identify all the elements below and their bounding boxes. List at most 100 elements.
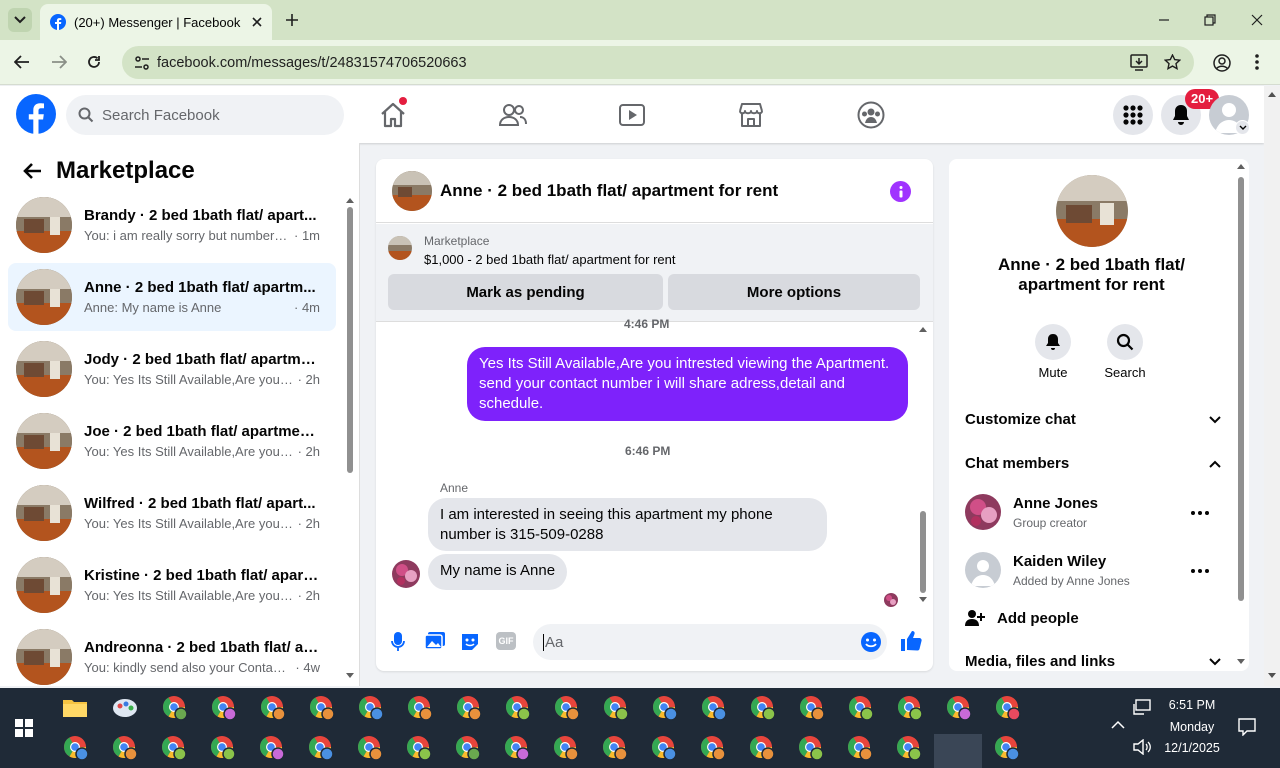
more-options-icon[interactable]: [1191, 569, 1209, 573]
chrome-app-icon[interactable]: [260, 695, 286, 721]
chrome-app-icon[interactable]: [848, 695, 874, 721]
member-avatar[interactable]: [965, 494, 1001, 530]
search-in-chat-button[interactable]: [1107, 324, 1143, 360]
scroll-down-icon[interactable]: [1237, 659, 1245, 665]
chrome-app-icon[interactable]: [750, 695, 776, 721]
clock-date[interactable]: 12/1/2025: [1158, 741, 1226, 755]
chrome-app-icon[interactable]: [995, 695, 1021, 721]
mark-as-pending-button[interactable]: Mark as pending: [388, 274, 663, 310]
member-name[interactable]: Anne Jones: [1013, 495, 1098, 512]
account-menu-toggle[interactable]: [1235, 120, 1250, 135]
sender-avatar[interactable]: [392, 560, 420, 588]
minimize-icon[interactable]: [1158, 14, 1170, 26]
microphone-icon[interactable]: [391, 632, 405, 652]
received-message[interactable]: My name is Anne: [428, 554, 568, 590]
chrome-app-icon[interactable]: [798, 735, 824, 761]
chrome-app-icon[interactable]: [701, 695, 727, 721]
new-tab-icon[interactable]: [285, 13, 299, 27]
tab-search-button[interactable]: [8, 8, 32, 32]
member-name[interactable]: Kaiden Wiley: [1013, 553, 1106, 570]
chrome-app-icon[interactable]: [651, 735, 677, 761]
close-window-icon[interactable]: [1251, 14, 1263, 26]
scrollbar-thumb[interactable]: [1238, 177, 1244, 601]
windows-start-icon[interactable]: [15, 719, 33, 737]
chrome-app-icon[interactable]: [162, 695, 188, 721]
site-settings-icon[interactable]: [134, 55, 150, 71]
add-people-row[interactable]: Add people: [965, 609, 1079, 627]
mute-button[interactable]: [1035, 324, 1071, 360]
conversation-item[interactable]: Kristine · 2 bed 1bath flat/ apart... You…: [8, 551, 336, 619]
profile-icon[interactable]: [1213, 54, 1231, 72]
forward-icon[interactable]: [51, 55, 67, 69]
volume-icon[interactable]: [1133, 739, 1151, 755]
chrome-app-icon[interactable]: [358, 695, 384, 721]
scroll-up-icon[interactable]: [1268, 91, 1276, 97]
file-explorer-icon[interactable]: [63, 697, 87, 717]
details-avatar[interactable]: [1056, 175, 1128, 247]
photo-icon[interactable]: [425, 632, 445, 650]
chrome-app-icon[interactable]: [799, 695, 825, 721]
nav-watch[interactable]: [612, 95, 652, 135]
restore-icon[interactable]: [1204, 14, 1216, 26]
received-message[interactable]: I am interested in seeing this apartment…: [428, 498, 827, 551]
thumbs-up-icon[interactable]: [900, 630, 922, 652]
chrome-app-icon[interactable]: [309, 695, 335, 721]
member-avatar[interactable]: [965, 552, 1001, 588]
nav-home[interactable]: [373, 95, 413, 135]
paint-app-icon[interactable]: [112, 694, 138, 720]
menu-button[interactable]: [1113, 95, 1153, 135]
gif-icon[interactable]: GIF: [496, 632, 516, 650]
chrome-app-icon[interactable]: [553, 735, 579, 761]
emoji-icon[interactable]: [860, 631, 882, 653]
chrome-app-icon[interactable]: [504, 735, 530, 761]
nav-groups[interactable]: [851, 95, 891, 135]
chrome-app-icon[interactable]: [357, 735, 383, 761]
chrome-app-icon[interactable]: [259, 735, 285, 761]
message-input[interactable]: Aa: [533, 624, 887, 660]
chat-avatar[interactable]: [392, 170, 432, 211]
chrome-app-icon[interactable]: [603, 695, 629, 721]
scroll-up-icon[interactable]: [919, 326, 927, 332]
network-icon[interactable]: [1133, 699, 1151, 715]
back-arrow-icon[interactable]: [22, 162, 42, 180]
install-app-icon[interactable]: [1130, 54, 1148, 71]
chrome-app-icon[interactable]: [896, 735, 922, 761]
scroll-down-icon[interactable]: [919, 597, 927, 603]
chrome-app-icon[interactable]: [602, 735, 628, 761]
chrome-app-icon[interactable]: [994, 735, 1020, 761]
facebook-logo-icon[interactable]: [16, 94, 56, 134]
chrome-app-icon[interactable]: [700, 735, 726, 761]
chat-info-button[interactable]: [890, 181, 911, 202]
conversation-item[interactable]: Wilfred · 2 bed 1bath flat/ apart... You:…: [8, 479, 336, 547]
reload-icon[interactable]: [86, 54, 102, 70]
chrome-app-icon[interactable]: [211, 695, 237, 721]
chrome-app-icon[interactable]: [652, 695, 678, 721]
scrollbar-thumb[interactable]: [920, 511, 926, 593]
clock-day[interactable]: Monday: [1162, 720, 1222, 734]
back-icon[interactable]: [14, 55, 30, 69]
browser-tab[interactable]: (20+) Messenger | Facebook: [40, 4, 272, 40]
conversation-item[interactable]: Brandy · 2 bed 1bath flat/ apart... You: …: [8, 191, 336, 259]
chrome-app-icon[interactable]: [554, 695, 580, 721]
conversation-item[interactable]: Jody · 2 bed 1bath flat/ apartme... You: …: [8, 335, 336, 403]
clock-time[interactable]: 6:51 PM: [1162, 698, 1222, 712]
scroll-up-icon[interactable]: [346, 197, 354, 203]
scroll-down-icon[interactable]: [346, 673, 354, 679]
more-options-icon[interactable]: [1191, 511, 1209, 515]
nav-friends[interactable]: [493, 95, 533, 135]
conversation-item[interactable]: Joe · 2 bed 1bath flat/ apartmen... You: …: [8, 407, 336, 475]
chrome-app-icon[interactable]: [897, 695, 923, 721]
chat-scrollbar[interactable]: [917, 325, 929, 605]
list-scrollbar[interactable]: [344, 195, 356, 683]
url-text[interactable]: facebook.com/messages/t/2483157470652066…: [157, 55, 467, 71]
chrome-app-icon[interactable]: [63, 735, 89, 761]
scroll-up-icon[interactable]: [1237, 163, 1245, 169]
nav-marketplace[interactable]: [731, 95, 771, 135]
search-bar[interactable]: Search Facebook: [66, 95, 344, 135]
notification-center-icon[interactable]: [1238, 718, 1256, 736]
page-scrollbar[interactable]: [1264, 86, 1280, 686]
details-scrollbar[interactable]: [1235, 161, 1247, 669]
chrome-app-icon[interactable]: [505, 695, 531, 721]
listing-title[interactable]: $1,000 - 2 bed 1bath flat/ apartment for…: [424, 252, 676, 267]
conversation-item[interactable]: Andreonna · 2 bed 1bath flat/ ap... You: …: [8, 623, 336, 691]
